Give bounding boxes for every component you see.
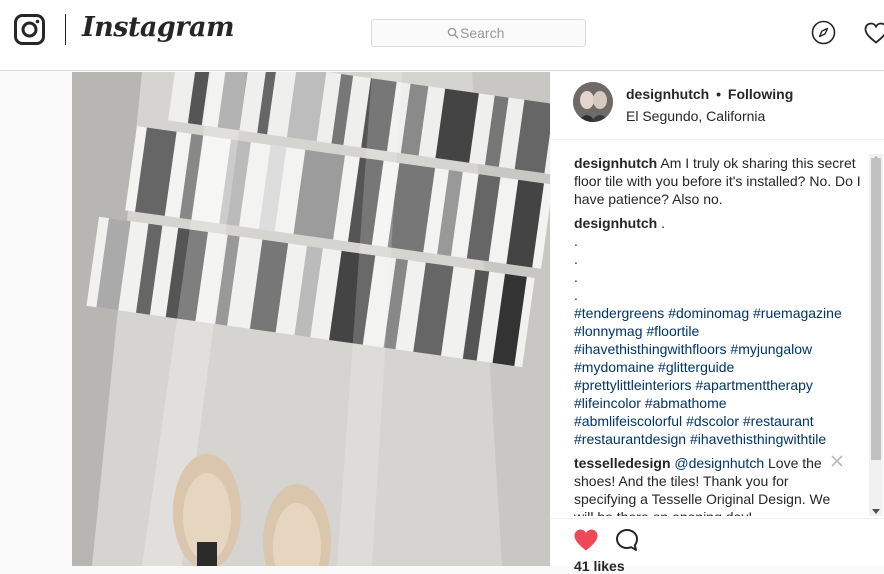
hashtag-line: #prettylittleinteriors #apartmenttherapy [574, 376, 864, 394]
hashtag-link[interactable]: #dominomag [668, 305, 749, 321]
author-line: designhutch • Following [626, 86, 793, 102]
comments-scrollbar[interactable] [869, 154, 883, 516]
actions-divider [551, 518, 884, 519]
hashtag-link[interactable]: #lifeincolor [574, 395, 641, 411]
dot-line: . [574, 269, 578, 285]
hashtag-link[interactable]: #abmathome [645, 395, 727, 411]
hashtag-link[interactable]: #ihavethisthingwithtile [690, 431, 826, 447]
hashtag-link[interactable]: #lonnymag [574, 323, 643, 339]
caption-username[interactable]: designhutch [574, 155, 657, 171]
hashtag-line: #lonnymag #floortile [574, 322, 864, 340]
hashtag-link[interactable]: #prettylittleinteriors [574, 377, 692, 393]
hashtag-link[interactable]: #ruemagazine [753, 305, 842, 321]
post-header: designhutch • Following El Segundo, Cali… [551, 72, 884, 140]
hashtag-line: #lifeincolor #abmathome [574, 394, 864, 412]
dot-line: . [574, 251, 578, 267]
heart-outline-icon[interactable] [864, 22, 884, 44]
hashtag-comment-username[interactable]: designhutch [574, 215, 657, 231]
reply-username[interactable]: tesselledesign [574, 455, 671, 471]
hashtag-link[interactable]: #restaurant [743, 413, 814, 429]
hashtag-line: #ihavethisthingwithfloors #myjungalow [574, 340, 864, 358]
hashtag-link[interactable]: #tendergreens [574, 305, 664, 321]
search-box[interactable] [371, 19, 586, 47]
hashtag-link[interactable]: #dscolor [686, 413, 739, 429]
scroll-thumb[interactable] [871, 158, 881, 460]
avatar-photo [573, 82, 613, 122]
hashtag-link[interactable]: #ihavethisthingwithfloors [574, 341, 727, 357]
separator-dot: • [716, 86, 722, 102]
hashtag-link[interactable]: #apartmenttherapy [695, 377, 813, 393]
speech-bubble-icon[interactable] [615, 528, 639, 552]
tile-floor-photo [72, 72, 550, 566]
hashtag-comment-dot: . [661, 215, 666, 231]
location-link[interactable]: El Segundo, California [626, 108, 765, 124]
hashtag-comment: designhutch . . . . . #tendergreens #dom… [574, 214, 864, 448]
post-side-panel: designhutch • Following El Segundo, Cali… [551, 72, 884, 574]
top-navigation-bar: Instagram [0, 0, 884, 71]
logo-divider [65, 14, 66, 45]
close-icon[interactable] [831, 455, 843, 467]
scroll-down-arrow[interactable] [872, 509, 880, 514]
hashtag-line: #mydomaine #glitterguide [574, 358, 864, 376]
hashtag-link[interactable]: #mydomaine [574, 359, 654, 375]
search-icon [447, 27, 459, 39]
hashtag-link[interactable]: #floortile [646, 323, 699, 339]
hashtag-link[interactable]: #myjungalow [730, 341, 812, 357]
instagram-wordmark[interactable]: Instagram [82, 12, 235, 43]
avatar[interactable] [573, 82, 613, 122]
hashtag-line: #tendergreens #dominomag #ruemagazine [574, 304, 864, 322]
likes-count[interactable]: 41 likes [574, 558, 625, 574]
following-button[interactable]: Following [728, 86, 793, 102]
search-input[interactable] [460, 24, 580, 42]
post-photo[interactable] [72, 72, 550, 566]
comments-list[interactable]: designhutch Am I truly ok sharing this s… [574, 154, 864, 516]
compass-icon[interactable] [811, 20, 836, 45]
hashtag-link[interactable]: #glitterguide [658, 359, 734, 375]
hashtag-line: #abmlifeiscolorful #dscolor #restaurant [574, 412, 864, 430]
hashtag-link[interactable]: #restaurantdesign [574, 431, 686, 447]
reply-mention[interactable]: @designhutch [674, 455, 764, 471]
reply-comment: tesselledesign @designhutch Love the sho… [574, 454, 864, 516]
instagram-camera-icon[interactable] [14, 14, 45, 45]
dot-line: . [574, 287, 578, 303]
author-username[interactable]: designhutch [626, 86, 709, 102]
hashtag-line: #restaurantdesign #ihavethisthingwithtil… [574, 430, 864, 448]
hashtag-link[interactable]: #abmlifeiscolorful [574, 413, 682, 429]
dot-line: . [574, 233, 578, 249]
heart-filled-icon[interactable] [573, 528, 599, 552]
caption-comment: designhutch Am I truly ok sharing this s… [574, 154, 864, 208]
